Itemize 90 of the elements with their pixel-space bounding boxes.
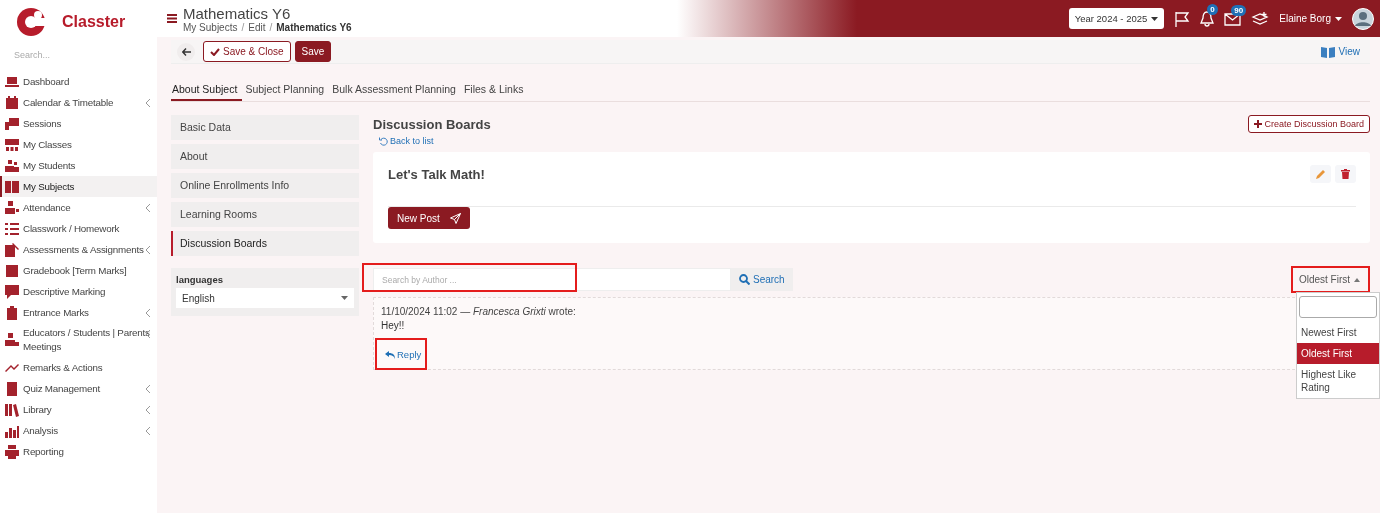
field-label: languages — [176, 274, 224, 285]
check-icon — [210, 47, 220, 56]
message-badge: 90 — [1231, 4, 1247, 16]
filter-field[interactable] — [1299, 296, 1377, 318]
nav-item[interactable]: My Students — [0, 155, 157, 176]
clipboard-icon — [5, 305, 19, 320]
reply-link[interactable]: Reply — [385, 349, 422, 360]
notification-badge: 0 — [1207, 3, 1218, 15]
paper-plane-icon — [449, 212, 461, 224]
section-menu-item[interactable]: Learning Rooms — [171, 202, 359, 227]
section-menu-item[interactable]: Discussion Boards — [171, 231, 359, 256]
search-button[interactable]: Search — [731, 268, 793, 291]
year-dropdown[interactable]: Year 2024 - 2025 — [1068, 8, 1165, 29]
list-icon — [5, 221, 19, 236]
caret-icon — [1354, 277, 1360, 282]
caret-icon — [1335, 16, 1342, 21]
user-menu[interactable]: Elaine Borg — [1279, 13, 1331, 24]
nav-item[interactable]: Educators / Students | Parents Meetings — [0, 323, 157, 357]
delete-button[interactable] — [1335, 165, 1356, 183]
nav-item[interactable]: Classwork / Homework — [0, 218, 157, 239]
new-post-button[interactable]: New Post — [388, 207, 470, 229]
nav-item[interactable]: Reporting — [0, 441, 157, 462]
sort-option[interactable]: Newest First — [1297, 322, 1379, 343]
search-icon — [739, 274, 750, 285]
envelope-icon[interactable] — [1224, 11, 1242, 26]
post-meta: 11/10/2024 11:02 — Francesca Grixti wrote: — [381, 306, 577, 317]
caret-icon — [341, 296, 348, 300]
trash-icon — [1341, 169, 1350, 179]
printer-icon — [5, 444, 19, 459]
tab[interactable]: Files & Links — [463, 81, 529, 101]
back-button[interactable] — [177, 42, 195, 61]
bar-chart-icon — [5, 423, 19, 438]
reply-icon — [385, 350, 395, 359]
breadcrumb-separator: / — [241, 21, 245, 33]
nav-item[interactable]: Dashboard — [0, 71, 157, 92]
section-menu-item[interactable]: Online Enrollments Info — [171, 173, 359, 198]
nav-item[interactable]: Gradebook [Term Marks] — [0, 260, 157, 281]
search-field[interactable]: Search... — [12, 49, 136, 61]
tab[interactable]: Bulk Assessment Planning — [332, 81, 461, 101]
section-menu-item[interactable]: About — [171, 144, 359, 169]
nav-item[interactable]: My Subjects — [0, 176, 157, 197]
tab[interactable]: Subject Planning — [245, 81, 330, 101]
calendar-icon — [5, 95, 19, 110]
nav-item[interactable]: My Classes — [0, 134, 157, 155]
nav-item[interactable]: Assessments & Assignments — [0, 239, 157, 260]
sort-dropdown[interactable]: Oldest First — [1298, 274, 1360, 285]
plus-icon — [1254, 120, 1263, 128]
breadcrumb-separator: / — [269, 21, 273, 33]
chat-icon — [5, 284, 19, 299]
nav-item[interactable]: Calendar & Timetable — [0, 92, 157, 113]
nav-item[interactable]: Sessions — [0, 113, 157, 134]
save-button[interactable]: Save — [294, 41, 332, 62]
author-search-field[interactable]: Search by Author ... — [373, 268, 731, 291]
laptop-icon — [5, 74, 19, 89]
caret-icon — [1151, 16, 1159, 21]
post-text: Hey!! — [381, 320, 406, 331]
sort-option[interactable]: Highest Like Rating — [1297, 364, 1379, 398]
breadcrumb-link[interactable]: Edit — [248, 21, 266, 33]
avatar-icon[interactable] — [1352, 7, 1374, 30]
section-menu-item[interactable]: Basic Data — [171, 115, 359, 140]
books-icon — [5, 402, 19, 417]
nav-item[interactable]: Library — [0, 399, 157, 420]
nav-item[interactable]: Remarks & Actions — [0, 357, 157, 378]
section-heading: Discussion Boards — [373, 116, 491, 132]
nav-item[interactable]: Entrance Marks — [0, 302, 157, 323]
create-board-button[interactable]: Create Discussion Board — [1248, 115, 1370, 133]
view-link[interactable]: View — [1338, 46, 1360, 57]
breadcrumb-link[interactable]: My Subjects — [183, 21, 238, 33]
menu-icon[interactable] — [167, 14, 177, 23]
board-title: Let's Talk Math! — [388, 166, 486, 182]
layers-icon[interactable] — [1251, 10, 1270, 27]
sort-option[interactable]: Oldest First — [1297, 343, 1379, 364]
language-select[interactable]: English — [176, 288, 354, 308]
nav-item[interactable]: Analysis — [0, 420, 157, 441]
bell-icon[interactable] — [1200, 10, 1215, 27]
flag-icon[interactable] — [1174, 10, 1191, 27]
book-icon — [5, 179, 19, 194]
save-close-button[interactable]: Save & Close — [203, 41, 291, 62]
undo-icon — [379, 136, 388, 146]
nav-item[interactable]: Attendance — [0, 197, 157, 218]
page-title: Mathematics Y6 — [183, 4, 292, 22]
classroom-icon — [5, 137, 19, 152]
logo-icon — [14, 6, 48, 38]
arrow-left-icon — [181, 47, 191, 56]
nav-item[interactable]: Quiz Management — [0, 378, 157, 399]
brand-name: Classter — [62, 13, 126, 31]
back-to-list-link[interactable]: Back to list — [390, 136, 434, 146]
book-icon — [1320, 45, 1335, 58]
nav-item[interactable]: Descriptive Marking — [0, 281, 157, 302]
tab[interactable]: About Subject — [171, 81, 243, 101]
